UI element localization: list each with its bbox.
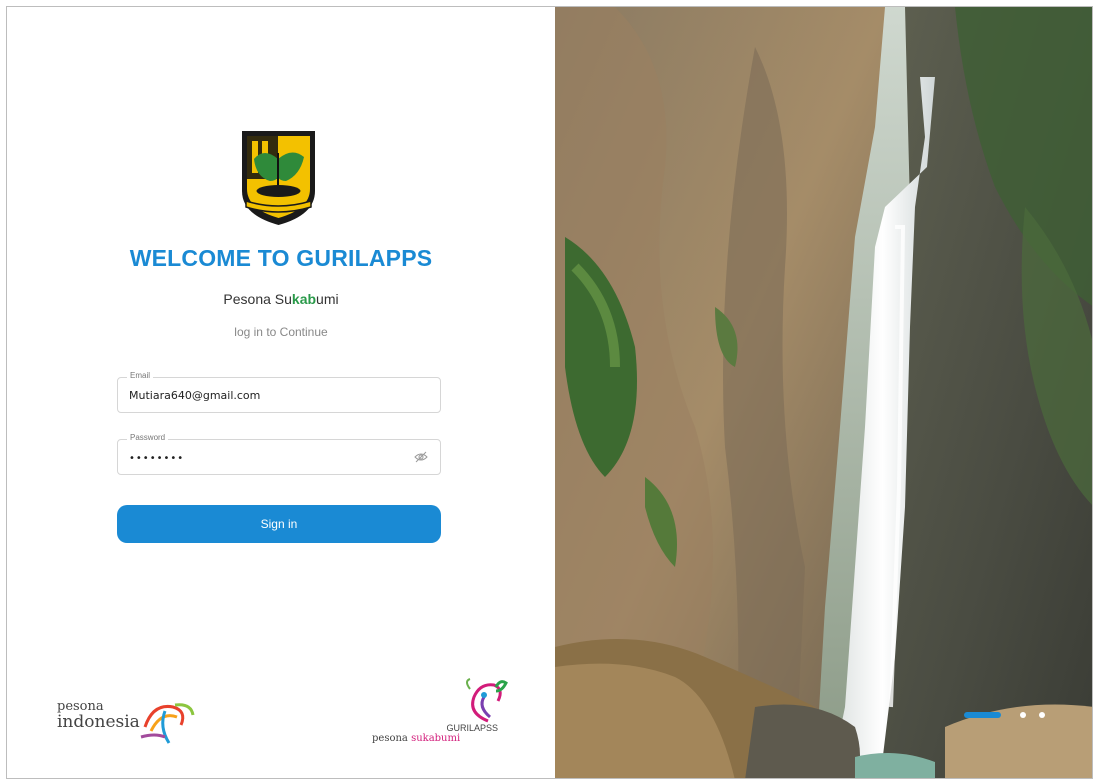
gurilapss-text: GURILAPSS <box>446 723 498 733</box>
password-field[interactable]: Password •••••••• <box>117 433 441 475</box>
email-field[interactable]: Email Mutiara640@gmail.com <box>117 371 441 413</box>
pesona-indonesia-logo: pesona indonesia <box>57 697 197 747</box>
pesona-indonesia-swirl-icon <box>140 703 195 744</box>
sukabumi-crest-logo <box>242 131 315 225</box>
email-label: Email <box>127 371 154 380</box>
login-page: WELCOME TO GURILAPPS Pesona Sukabumi log… <box>6 6 1093 779</box>
subtitle-part: Pesona Su <box>223 291 292 307</box>
app-subtitle: Pesona Sukabumi <box>7 291 555 307</box>
carousel-dot-active[interactable] <box>964 712 1001 718</box>
carousel-dot[interactable] <box>1039 712 1045 718</box>
carousel-dot[interactable] <box>1020 712 1026 718</box>
gurilapss-logo: GURILAPSS pesona sukabumi <box>372 677 512 749</box>
subtitle-highlight: kab <box>291 291 317 307</box>
password-label: Password <box>127 433 169 442</box>
login-hint: log in to Continue <box>234 325 328 339</box>
eye-off-icon[interactable] <box>414 450 428 464</box>
sign-in-button[interactable]: Sign in <box>117 505 441 543</box>
indonesia-text: indonesia <box>57 712 140 732</box>
login-panel: WELCOME TO GURILAPPS Pesona Sukabumi log… <box>7 7 555 778</box>
email-value[interactable]: Mutiara640@gmail.com <box>129 389 260 402</box>
waterfall-background-image <box>555 7 1092 778</box>
subtitle-part: umi <box>316 291 339 307</box>
pesona-sukabumi-text: pesona sukabumi <box>372 733 460 744</box>
waterfall-illustration <box>555 7 1092 778</box>
pesona-word: pesona <box>372 733 412 744</box>
phoenix-icon <box>466 678 508 723</box>
sukabumi-word: sukabumi <box>411 733 461 744</box>
welcome-title: WELCOME TO GURILAPPS <box>129 245 433 271</box>
password-value[interactable]: •••••••• <box>129 453 184 464</box>
